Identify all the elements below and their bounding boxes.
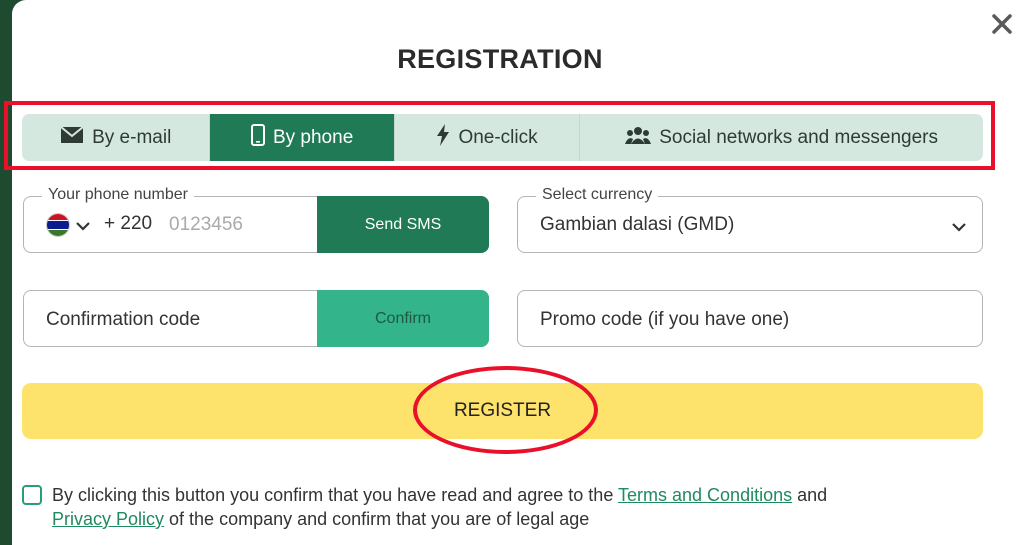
- confirm-button[interactable]: Confirm: [317, 290, 489, 347]
- tab-one-click[interactable]: One-click: [395, 114, 581, 161]
- confirmation-code-field: Confirm: [23, 290, 489, 347]
- register-button[interactable]: REGISTER: [22, 383, 983, 439]
- registration-method-tabs: By e-mail By phone One-click Social netw…: [22, 114, 983, 161]
- tab-label: One-click: [458, 126, 538, 148]
- tab-by-phone[interactable]: By phone: [210, 114, 395, 161]
- users-icon: [625, 125, 652, 151]
- agreement-checkbox[interactable]: [22, 485, 42, 505]
- tab-label: Social networks and messengers: [659, 126, 939, 148]
- agreement-row: By clicking this button you confirm that…: [22, 483, 982, 531]
- privacy-link[interactable]: Privacy Policy: [52, 509, 164, 529]
- tab-label: By phone: [272, 126, 354, 148]
- phone-icon: [250, 123, 265, 152]
- phone-number-field: Your phone number + 220 Send SMS: [23, 186, 489, 253]
- terms-link[interactable]: Terms and Conditions: [618, 485, 792, 505]
- agreement-text: By clicking this button you confirm that…: [52, 485, 828, 529]
- phone-input[interactable]: [167, 211, 319, 239]
- chevron-down-icon[interactable]: [76, 218, 90, 236]
- currency-legend: Select currency: [536, 186, 659, 204]
- close-icon[interactable]: [988, 10, 1016, 38]
- country-code: + 220: [104, 213, 153, 234]
- send-sms-button[interactable]: Send SMS: [317, 196, 489, 253]
- promo-code-field: [517, 290, 983, 347]
- confirmation-code-input[interactable]: [44, 306, 318, 334]
- phone-number-legend: Your phone number: [42, 186, 194, 204]
- tab-social-networks[interactable]: Social networks and messengers: [580, 114, 983, 161]
- page-title: REGISTRATION: [397, 44, 603, 74]
- lightning-icon: [436, 123, 450, 152]
- currency-selected-value: Gambian dalasi (GMD): [540, 214, 735, 235]
- promo-code-input[interactable]: [538, 306, 962, 334]
- gambia-flag-icon[interactable]: [46, 213, 70, 237]
- envelope-icon: [60, 125, 84, 150]
- tab-by-email[interactable]: By e-mail: [22, 114, 211, 161]
- currency-select[interactable]: Select currency Gambian dalasi (GMD): [517, 186, 983, 253]
- registration-modal: [12, 0, 1024, 545]
- chevron-down-icon: [952, 219, 966, 237]
- tab-label: By e-mail: [92, 126, 172, 148]
